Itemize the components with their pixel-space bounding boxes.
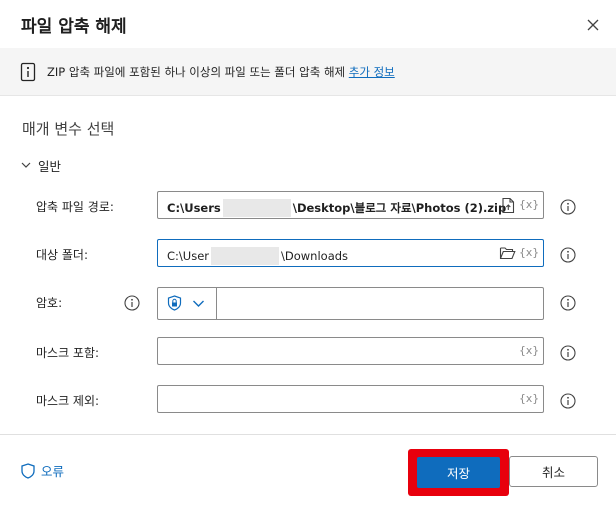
- help-icon[interactable]: [124, 295, 140, 311]
- info-text: ZIP 압축 파일에 포함된 하나 이상의 파일 또는 폴더 압축 해제 추가 …: [47, 64, 395, 80]
- folder-icon[interactable]: [499, 246, 516, 260]
- group-label: 일반: [38, 158, 62, 174]
- help-icon[interactable]: [560, 247, 576, 263]
- group-toggle-general[interactable]: 일반: [20, 156, 61, 174]
- include-mask-input[interactable]: {x}: [157, 337, 544, 365]
- learn-more-link[interactable]: 추가 정보: [349, 65, 395, 79]
- shield-icon: [21, 462, 35, 479]
- exclude-mask-label: 마스크 제외:: [36, 394, 100, 408]
- exclude-mask-input[interactable]: {x}: [157, 385, 544, 413]
- close-icon: [587, 19, 599, 31]
- save-button[interactable]: 저장: [417, 457, 500, 488]
- close-button[interactable]: [582, 14, 604, 36]
- dialog-title: 파일 압축 해제: [21, 17, 127, 37]
- variable-icon[interactable]: {x}: [519, 246, 539, 259]
- info-icon: [20, 62, 36, 82]
- redacted-username: [211, 247, 279, 265]
- archive-path-label: 압축 파일 경로:: [36, 200, 114, 214]
- info-bar: ZIP 압축 파일에 포함된 하나 이상의 파일 또는 폴더 압축 해제 추가 …: [0, 48, 616, 96]
- help-icon[interactable]: [560, 393, 576, 409]
- password-label: 암호:: [36, 296, 63, 310]
- password-input[interactable]: [157, 287, 544, 320]
- cancel-button[interactable]: 취소: [509, 456, 598, 487]
- archive-path-value: C:\Users \Desktop\블로그 자료\Photos (2).zip: [167, 199, 506, 217]
- include-mask-label: 마스크 포함:: [36, 346, 100, 360]
- errors-label: 오류: [41, 464, 65, 479]
- help-icon[interactable]: [560, 295, 576, 311]
- archive-path-input[interactable]: C:\Users \Desktop\블로그 자료\Photos (2).zip {…: [157, 191, 544, 219]
- archive-path-prefix: C:\Users: [167, 201, 221, 215]
- help-icon[interactable]: [560, 199, 576, 215]
- dialog-footer: 오류 저장 취소: [0, 434, 616, 507]
- chevron-down-icon: [193, 300, 204, 307]
- archive-path-suffix: \Desktop\블로그 자료\Photos (2).zip: [292, 201, 507, 215]
- destination-label: 대상 폴더:: [36, 248, 89, 262]
- errors-link[interactable]: 오류: [21, 461, 64, 480]
- section-title: 매개 변수 선택: [22, 120, 115, 138]
- variable-icon[interactable]: {x}: [519, 392, 539, 405]
- redacted-username: [222, 199, 291, 217]
- variable-icon[interactable]: {x}: [519, 344, 539, 357]
- destination-prefix: C:\User: [167, 249, 209, 263]
- password-mode-dropdown[interactable]: [158, 288, 217, 319]
- destination-input[interactable]: C:\User \Downloads {x}: [157, 239, 544, 267]
- help-icon[interactable]: [560, 345, 576, 361]
- shield-icon: [167, 295, 182, 311]
- dialog-header: 파일 압축 해제: [0, 0, 616, 48]
- info-description: ZIP 압축 파일에 포함된 하나 이상의 파일 또는 폴더 압축 해제: [47, 65, 349, 79]
- variable-icon[interactable]: {x}: [519, 198, 539, 211]
- destination-suffix: \Downloads: [281, 249, 349, 263]
- chevron-down-icon: [21, 162, 31, 168]
- destination-value: C:\User \Downloads: [167, 247, 348, 265]
- file-icon[interactable]: [500, 197, 516, 214]
